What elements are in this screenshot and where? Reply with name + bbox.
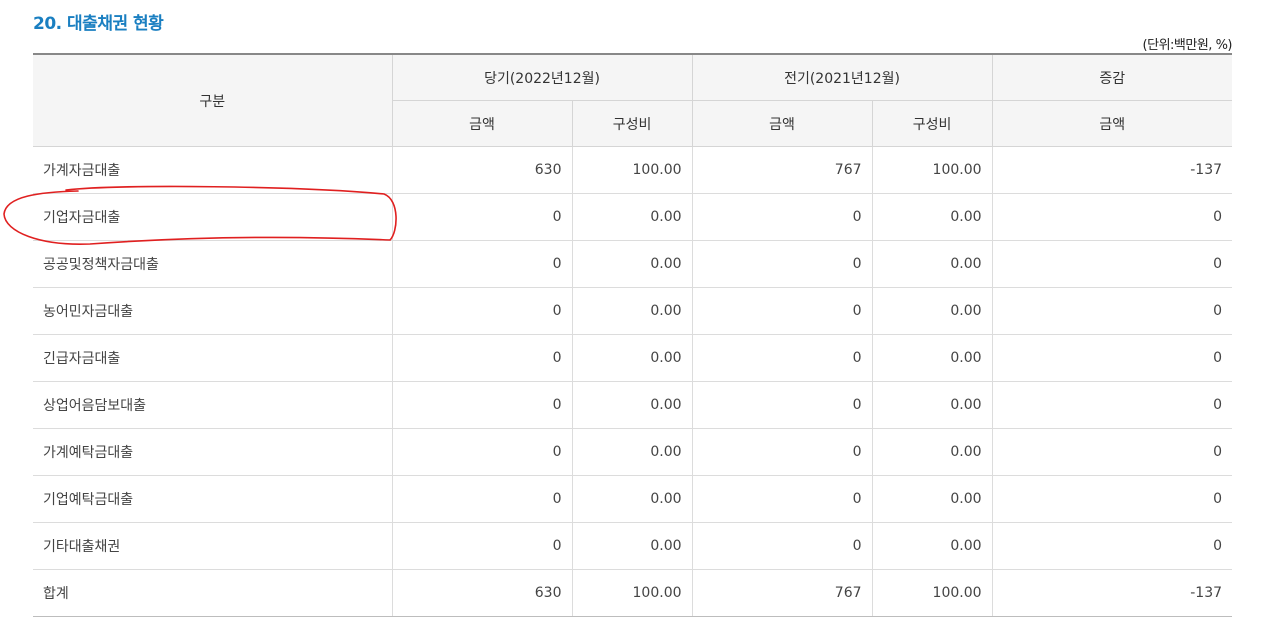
prev-amount-cell: 767 [691,146,873,194]
table-row: 가계예탁금대출 0 0.00 0 0.00 0 [33,428,1233,476]
prev-ratio-cell: 100.00 [871,569,993,617]
cur-ratio-cell: 0.00 [571,428,693,476]
cur-ratio-cell: 100.00 [571,569,693,617]
prev-amount-cell: 0 [691,475,873,523]
header-current-period: 당기(2022년12월) [391,53,693,101]
prev-ratio-cell: 0.00 [871,193,993,241]
prev-ratio-cell: 0.00 [871,475,993,523]
table-row: 긴급자금대출 0 0.00 0 0.00 0 [33,334,1233,382]
row-label: 합계 [33,569,392,617]
prev-ratio-cell: 100.00 [871,146,993,194]
change-cell: -137 [991,146,1233,194]
header-category: 구분 [33,53,392,147]
table-row: 가계자금대출 630 100.00 767 100.00 -137 [33,146,1233,194]
row-label: 기업예탁금대출 [33,475,392,523]
header-prior-period: 전기(2021년12월) [691,53,993,101]
table-row: 상업어음담보대출 0 0.00 0 0.00 0 [33,381,1233,429]
header-row-top: 구분 당기(2022년12월) 전기(2021년12월) 증감 [33,53,1233,147]
row-label: 농어민자금대출 [33,287,392,335]
cur-amount-cell: 630 [391,146,572,194]
header-change-amount: 금액 [991,100,1233,147]
header-cur-ratio: 구성비 [571,100,693,147]
cur-ratio-cell: 0.00 [571,522,693,570]
prev-amount-cell: 0 [691,381,873,429]
prev-ratio-cell: 0.00 [871,428,993,476]
header-cur-amount: 금액 [391,100,572,147]
prev-ratio-cell: 0.00 [871,381,993,429]
cur-amount-cell: 0 [391,287,572,335]
cur-ratio-cell: 0.00 [571,475,693,523]
table-row: 공공및정책자금대출 0 0.00 0 0.00 0 [33,240,1233,288]
cur-amount-cell: 0 [391,240,572,288]
section-title: 20. 대출채권 현황 [33,14,164,34]
cur-amount-cell: 0 [391,381,572,429]
row-label: 기타대출채권 [33,522,392,570]
cur-amount-cell: 0 [391,522,572,570]
change-cell: 0 [991,381,1233,429]
cur-amount-cell: 630 [391,569,572,617]
cur-amount-cell: 0 [391,334,572,382]
change-cell: -137 [991,569,1233,617]
prev-ratio-cell: 0.00 [871,334,993,382]
cur-amount-cell: 0 [391,428,572,476]
cur-amount-cell: 0 [391,475,572,523]
row-label: 긴급자금대출 [33,334,392,382]
header-prev-ratio: 구성비 [871,100,993,147]
prev-ratio-cell: 0.00 [871,240,993,288]
change-cell: 0 [991,475,1233,523]
prev-ratio-cell: 0.00 [871,522,993,570]
change-cell: 0 [991,193,1233,241]
prev-amount-cell: 0 [691,287,873,335]
prev-amount-cell: 0 [691,522,873,570]
row-label: 공공및정책자금대출 [33,240,392,288]
cur-ratio-cell: 0.00 [571,334,693,382]
unit-note: (단위:백만원, %) [1142,38,1233,53]
prev-ratio-cell: 0.00 [871,287,993,335]
change-cell: 0 [991,240,1233,288]
cur-ratio-cell: 100.00 [571,146,693,194]
prev-amount-cell: 0 [691,193,873,241]
prev-amount-cell: 0 [691,428,873,476]
header-prev-amount: 금액 [691,100,873,147]
table-row: 기업자금대출 0 0.00 0 0.00 0 [33,193,1233,241]
table-row: 기업예탁금대출 0 0.00 0 0.00 0 [33,475,1233,523]
change-cell: 0 [991,428,1233,476]
cur-amount-cell: 0 [391,193,572,241]
cur-ratio-cell: 0.00 [571,381,693,429]
change-cell: 0 [991,522,1233,570]
cur-ratio-cell: 0.00 [571,193,693,241]
table-row-total: 합계 630 100.00 767 100.00 -137 [33,569,1233,617]
row-label: 가계예탁금대출 [33,428,392,476]
prev-amount-cell: 0 [691,240,873,288]
prev-amount-cell: 767 [691,569,873,617]
row-label: 상업어음담보대출 [33,381,392,429]
change-cell: 0 [991,287,1233,335]
loan-status-table: 구분 당기(2022년12월) 전기(2021년12월) 증감 금액 구성비 금… [33,53,1233,617]
table-row: 농어민자금대출 0 0.00 0 0.00 0 [33,287,1233,335]
header-change: 증감 [991,53,1233,101]
change-cell: 0 [991,334,1233,382]
table-row: 기타대출채권 0 0.00 0 0.00 0 [33,522,1233,570]
prev-amount-cell: 0 [691,334,873,382]
cur-ratio-cell: 0.00 [571,240,693,288]
row-label: 기업자금대출 [33,193,392,241]
row-label: 가계자금대출 [33,146,392,194]
cur-ratio-cell: 0.00 [571,287,693,335]
